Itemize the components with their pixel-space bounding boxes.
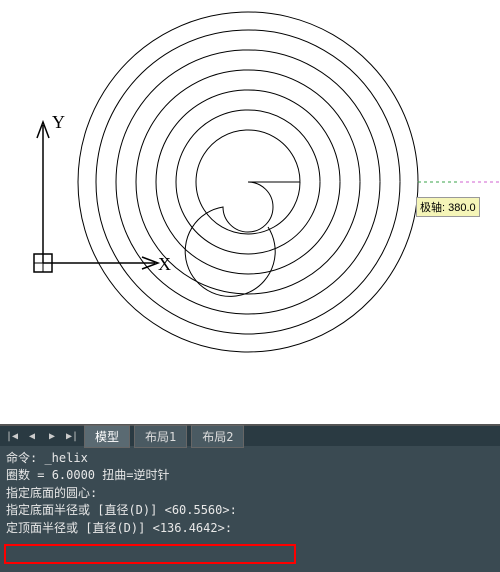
annotation-highlight xyxy=(4,544,296,564)
drawing-viewport[interactable]: Y X 极轴: 380.0 xyxy=(0,0,500,424)
command-line: 圈数 = 6.0000 扭曲=逆时针 xyxy=(6,467,494,484)
y-axis-label: Y xyxy=(52,112,65,132)
tab-nav-next-icon[interactable]: ▶ xyxy=(44,428,60,444)
base-center-prompt: 指定底面的圆心: xyxy=(6,486,97,500)
tab-model[interactable]: 模型 xyxy=(84,425,130,448)
command-line: 指定底面半径或 [直径(D)] <60.5560>: xyxy=(6,502,494,519)
command-history: 命令: _helix 圈数 = 6.0000 扭曲=逆时针 指定底面的圆心: 指… xyxy=(0,446,500,537)
polar-tracking-tooltip: 极轴: 380.0 xyxy=(416,197,480,217)
layout-tab-bar: |◀ ◀ ▶ ▶| 模型 布局1 布局2 xyxy=(0,424,500,446)
x-axis-label: X xyxy=(158,254,171,274)
tab-nav-prev-icon[interactable]: ◀ xyxy=(24,428,40,444)
turns-value: 6.0000 xyxy=(52,468,95,482)
top-radius-suffix: >: xyxy=(218,521,232,535)
tab-nav-last-icon[interactable]: ▶| xyxy=(64,428,80,444)
twist-value: 逆时针 xyxy=(134,468,170,482)
tab-layout1[interactable]: 布局1 xyxy=(134,425,187,448)
top-radius-value: 136.4642 xyxy=(160,521,218,535)
base-radius-prompt: 指定底面半径或 [直径(D)] < xyxy=(6,503,172,517)
tab-layout2[interactable]: 布局2 xyxy=(191,425,244,448)
command-panel: |◀ ◀ ▶ ▶| 模型 布局1 布局2 命令: _helix 圈数 = 6.0… xyxy=(0,424,500,572)
tab-nav-first-icon[interactable]: |◀ xyxy=(4,428,20,444)
command-prompt-label: 命令: xyxy=(6,451,44,465)
twist-label: 扭曲= xyxy=(95,468,133,482)
command-line: 指定底面的圆心: xyxy=(6,485,494,502)
base-radius-suffix: >: xyxy=(222,503,236,517)
command-input-line[interactable]: 定顶面半径或 [直径(D)] <136.4642>: xyxy=(6,520,494,537)
base-radius-value: 60.5560 xyxy=(172,503,223,517)
top-radius-prompt: 定顶面半径或 [直径(D)] < xyxy=(6,521,160,535)
turns-label: 圈数 = xyxy=(6,468,52,482)
command-line: 命令: _helix xyxy=(6,450,494,467)
command-name: _helix xyxy=(44,451,87,465)
